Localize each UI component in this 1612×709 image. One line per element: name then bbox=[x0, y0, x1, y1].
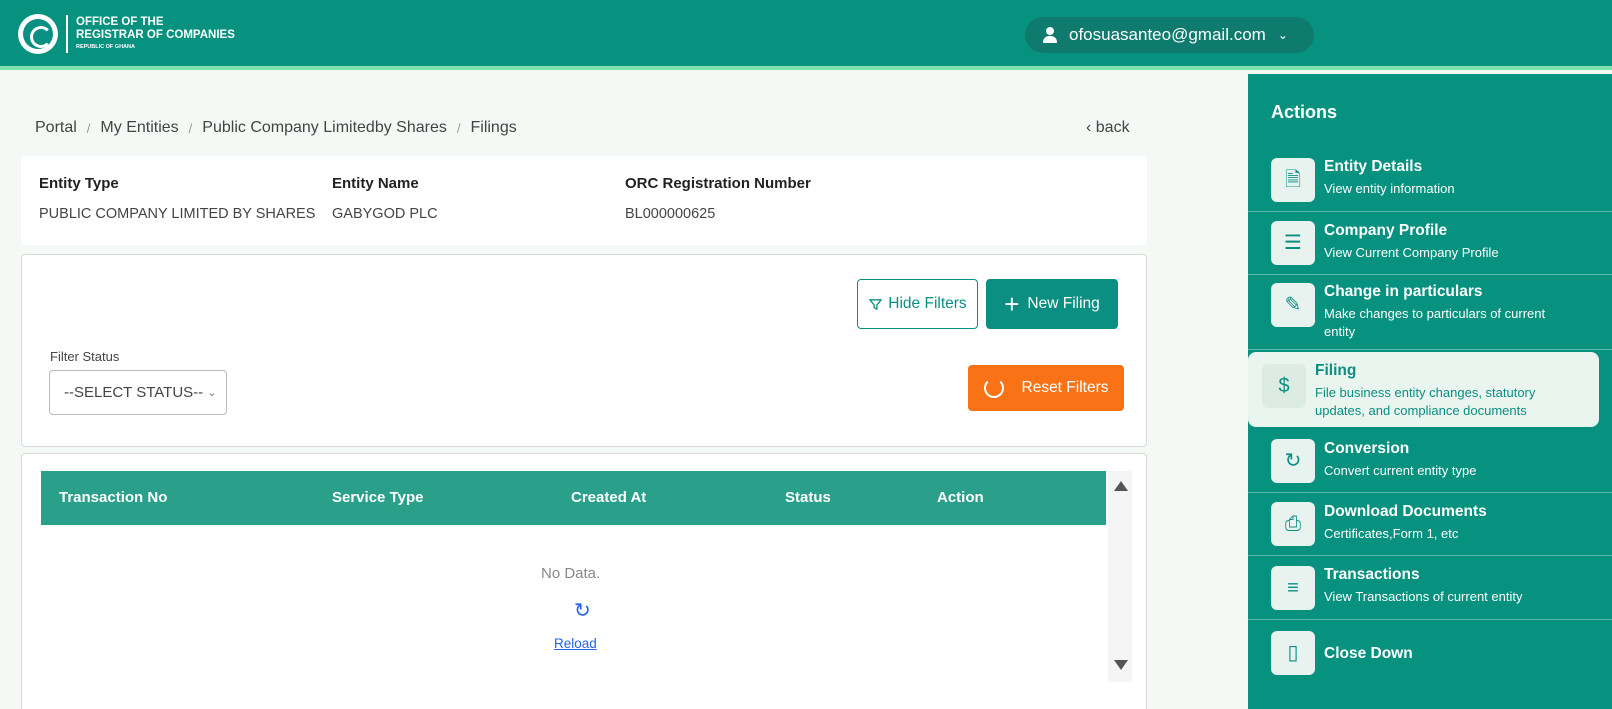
entity-info-card: Entity Type PUBLIC COMPANY LIMITED BY SH… bbox=[21, 156, 1147, 245]
sidebar-item-download-documents[interactable]: ⎙ Download Documents Certificates,Form 1… bbox=[1248, 493, 1612, 556]
sidebar-item-change-in-particulars[interactable]: ✎ Change in particulars Make changes to … bbox=[1248, 275, 1612, 350]
door-exit-icon: ▯ bbox=[1271, 631, 1315, 675]
sidebar-item-transactions[interactable]: ≡ Transactions View Transactions of curr… bbox=[1248, 556, 1612, 620]
sidebar-item-filing[interactable]: $ Filing File business entity changes, s… bbox=[1248, 352, 1599, 427]
column-status[interactable]: Status bbox=[785, 489, 831, 506]
logo-line-3: REPUBLIC OF GHANA bbox=[76, 44, 135, 50]
printer-icon: ⎙ bbox=[1271, 502, 1315, 546]
entity-name-label: Entity Name bbox=[332, 175, 419, 192]
logo-line-2: REGISTRAR OF COMPANIES bbox=[76, 29, 235, 41]
sidebar-item-close-down[interactable]: ▯ Close Down bbox=[1248, 620, 1612, 690]
breadcrumb-portal[interactable]: Portal bbox=[35, 119, 77, 137]
sidebar-item-name: Entity Details bbox=[1324, 158, 1423, 175]
back-label: back bbox=[1095, 119, 1130, 136]
money-bag-icon: $ bbox=[1262, 364, 1306, 408]
scroll-down-arrow-icon[interactable] bbox=[1114, 660, 1128, 670]
user-icon bbox=[1041, 26, 1059, 44]
top-header: OFFICE OF THE REGISTRAR OF COMPANIES REP… bbox=[0, 0, 1612, 70]
registration-number-label: ORC Registration Number bbox=[625, 175, 811, 192]
status-select[interactable]: --SELECT STATUS-- ⌄ bbox=[49, 370, 227, 415]
sidebar-item-name: Transactions bbox=[1324, 566, 1420, 583]
plus-icon: + bbox=[1004, 289, 1020, 319]
logo-divider bbox=[66, 15, 68, 53]
sidebar-item-desc: Make changes to particulars of current e… bbox=[1324, 306, 1546, 339]
actions-sidebar: Actions 🗎 Entity Details View entity inf… bbox=[1248, 74, 1612, 709]
sidebar-item-name: Change in particulars bbox=[1324, 283, 1483, 300]
entity-type-value: PUBLIC COMPANY LIMITED BY SHARES bbox=[39, 206, 316, 222]
column-action[interactable]: Action bbox=[937, 489, 984, 506]
sidebar-item-name: Download Documents bbox=[1324, 503, 1487, 520]
sidebar-item-name: Close Down bbox=[1324, 645, 1413, 662]
reset-icon bbox=[983, 378, 1004, 398]
breadcrumb-separator: / bbox=[456, 120, 461, 136]
sidebar-item-desc: Convert current entity type bbox=[1324, 463, 1477, 478]
breadcrumb-my-entities[interactable]: My Entities bbox=[100, 119, 178, 137]
sidebar-item-desc: File business entity changes, statutory … bbox=[1315, 385, 1536, 418]
sidebar-item-desc: View entity information bbox=[1324, 181, 1455, 196]
pen-icon: ✎ bbox=[1271, 283, 1315, 327]
column-service-type[interactable]: Service Type bbox=[332, 489, 423, 506]
hide-filters-button[interactable]: Hide Filters bbox=[857, 279, 978, 329]
reset-filters-button[interactable]: Reset Filters bbox=[968, 365, 1124, 411]
list-icon: ☰ bbox=[1271, 221, 1315, 265]
no-data-text: No Data. bbox=[541, 565, 601, 582]
scroll-up-arrow-icon[interactable] bbox=[1114, 481, 1128, 491]
filter-status-label: Filter Status bbox=[50, 349, 120, 364]
sidebar-item-conversion[interactable]: ↻ Conversion Convert current entity type bbox=[1248, 429, 1612, 493]
sidebar-item-entity-details[interactable]: 🗎 Entity Details View entity information bbox=[1248, 148, 1612, 212]
document-eye-icon: 🗎 bbox=[1271, 158, 1315, 202]
list-check-icon: ≡ bbox=[1271, 566, 1315, 610]
user-menu-button[interactable]: ofosuasanteo@gmail.com ⌄ bbox=[1025, 17, 1314, 53]
actions-title: Actions bbox=[1271, 102, 1338, 122]
orc-logo-icon bbox=[18, 14, 58, 54]
chevron-down-icon: ⌄ bbox=[1277, 28, 1288, 42]
orc-logo[interactable]: OFFICE OF THE REGISTRAR OF COMPANIES REP… bbox=[18, 14, 235, 54]
document-refresh-icon: ↻ bbox=[1271, 439, 1315, 483]
registration-number-value: BL000000625 bbox=[625, 206, 716, 222]
logo-line-1: OFFICE OF THE bbox=[76, 16, 164, 28]
sidebar-item-name: Conversion bbox=[1324, 440, 1410, 457]
hide-filters-label: Hide Filters bbox=[888, 295, 967, 312]
sidebar-item-desc: View Transactions of current entity bbox=[1324, 589, 1523, 604]
column-transaction-no[interactable]: Transaction No bbox=[59, 489, 167, 506]
reload-link[interactable]: Reload bbox=[554, 636, 597, 651]
breadcrumb-separator: / bbox=[86, 120, 91, 136]
reload-icon[interactable]: ↻ bbox=[574, 601, 594, 621]
chevron-down-icon: ⌄ bbox=[207, 387, 217, 399]
sidebar-item-desc: View Current Company Profile bbox=[1324, 245, 1499, 260]
entity-name-column: Entity Name GABYGOD PLC bbox=[332, 175, 438, 222]
sidebar-item-desc: Certificates,Form 1, etc bbox=[1324, 526, 1459, 541]
entity-type-column: Entity Type PUBLIC COMPANY LIMITED BY SH… bbox=[39, 175, 315, 222]
breadcrumb-filings: Filings bbox=[470, 119, 517, 136]
logo-text: OFFICE OF THE REGISTRAR OF COMPANIES REP… bbox=[76, 16, 235, 52]
filings-table-card: Transaction No Service Type Created At S… bbox=[21, 453, 1147, 709]
user-email: ofosuasanteo@gmail.com bbox=[1069, 25, 1266, 44]
filter-card: Hide Filters + New Filing Filter Status … bbox=[21, 254, 1147, 447]
sidebar-item-company-profile[interactable]: ☰ Company Profile View Current Company P… bbox=[1248, 212, 1612, 275]
new-filing-button[interactable]: + New Filing bbox=[986, 279, 1118, 329]
sidebar-item-name: Filing bbox=[1315, 362, 1357, 379]
reset-filters-label: Reset Filters bbox=[1021, 379, 1109, 396]
registration-number-column: ORC Registration Number BL000000625 bbox=[625, 175, 811, 222]
breadcrumb-separator: / bbox=[188, 120, 193, 136]
new-filing-label: New Filing bbox=[1027, 295, 1100, 312]
filter-icon bbox=[869, 298, 883, 310]
breadcrumb-entity-type[interactable]: Public Company Limitedby Shares bbox=[202, 119, 447, 137]
back-link[interactable]: ‹ back bbox=[1086, 119, 1130, 137]
vertical-scrollbar[interactable] bbox=[1108, 471, 1132, 682]
sidebar-item-name: Company Profile bbox=[1324, 222, 1448, 239]
table-header: Transaction No Service Type Created At S… bbox=[41, 471, 1106, 525]
chevron-left-icon: ‹ bbox=[1086, 119, 1092, 136]
status-select-value: --SELECT STATUS-- bbox=[64, 384, 204, 401]
column-created-at[interactable]: Created At bbox=[571, 489, 646, 506]
entity-type-label: Entity Type bbox=[39, 175, 119, 192]
entity-name-value: GABYGOD PLC bbox=[332, 206, 438, 222]
breadcrumb: Portal / My Entities / Public Company Li… bbox=[35, 119, 517, 137]
